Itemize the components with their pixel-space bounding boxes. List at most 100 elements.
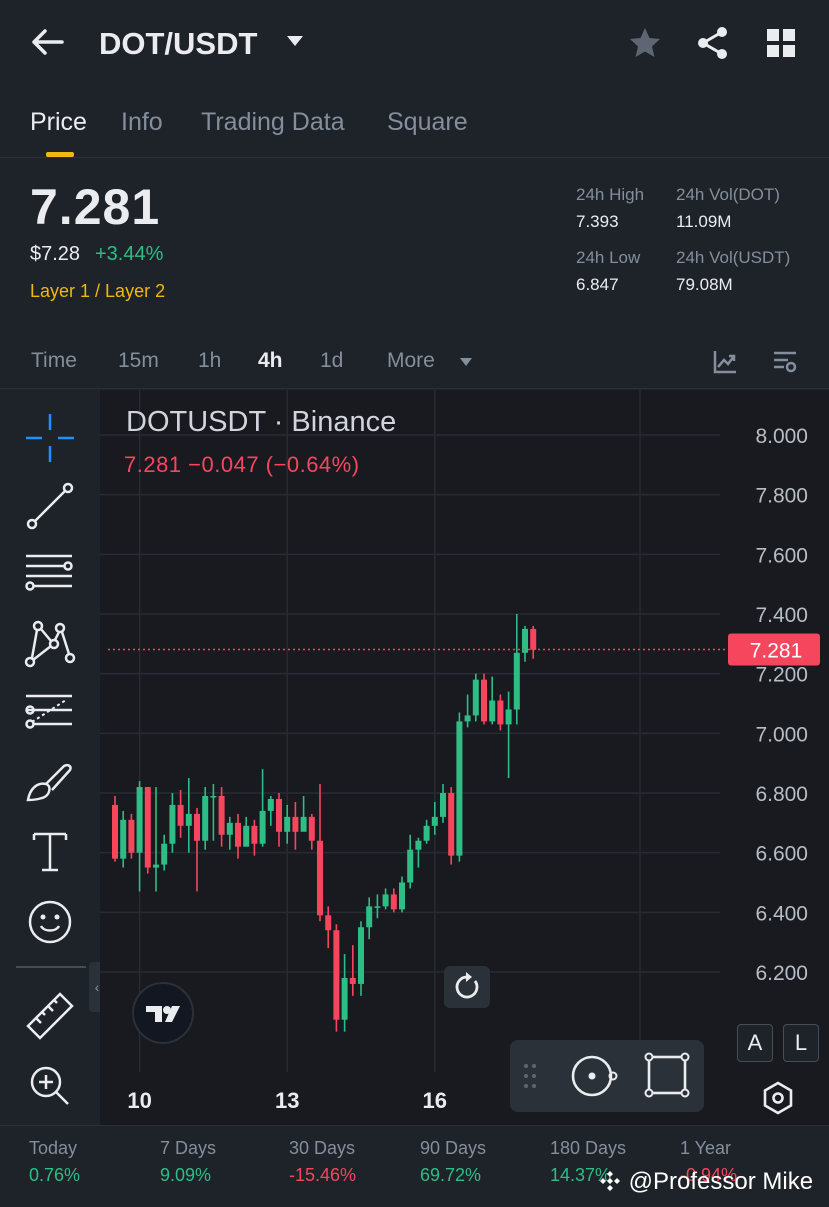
drawing-toolbar: ‹ xyxy=(0,390,105,1125)
candle-body xyxy=(456,721,463,856)
y-tick-label: 6.200 xyxy=(755,962,808,985)
smiley-icon xyxy=(28,900,72,944)
rotate-icon xyxy=(455,972,479,999)
candle-body xyxy=(390,894,397,910)
indicator-chart-icon[interactable] xyxy=(712,349,738,375)
y-tick-label: 8.000 xyxy=(755,425,808,448)
candle-body xyxy=(276,798,282,832)
interval-1h[interactable]: 1h xyxy=(198,349,221,373)
toolbar-divider xyxy=(16,966,86,968)
candle-body xyxy=(308,816,315,841)
tab-trading-data[interactable]: Trading Data xyxy=(201,108,345,137)
perf-today: Today 0.76% xyxy=(29,1138,80,1186)
measure-tool[interactable] xyxy=(24,990,76,1042)
cursor-target-icon[interactable] xyxy=(570,1054,618,1098)
brush-tool[interactable] xyxy=(24,758,76,810)
auto-scale-button[interactable]: A xyxy=(737,1024,773,1062)
crosshair-tool[interactable] xyxy=(24,412,76,464)
pattern-tool[interactable] xyxy=(24,618,76,670)
watermark: @Professor Mike xyxy=(598,1168,813,1196)
zoom-tool[interactable] xyxy=(24,1060,76,1112)
share-button[interactable] xyxy=(696,26,730,65)
candle-body xyxy=(349,977,356,984)
y-tick-label: 7.000 xyxy=(755,723,808,746)
candle-body xyxy=(218,795,225,835)
chart-settings-icon[interactable] xyxy=(772,349,798,375)
pattern-icon xyxy=(24,620,76,668)
tab-price[interactable]: Price xyxy=(30,108,87,137)
perf-30-days: 30 Days -15.46% xyxy=(289,1138,356,1186)
perf-value: 9.09% xyxy=(160,1165,212,1185)
vol-quote-label: 24h Vol(USDT) xyxy=(676,248,791,267)
interval-time[interactable]: Time xyxy=(31,349,77,373)
log-scale-button[interactable]: L xyxy=(783,1024,819,1062)
fib-tool[interactable] xyxy=(24,688,76,740)
section-tabs: Price Info Trading Data Square xyxy=(0,100,829,158)
apps-button[interactable] xyxy=(766,28,796,63)
interval-1d[interactable]: 1d xyxy=(320,349,343,373)
candle-body xyxy=(366,906,373,928)
candle-body xyxy=(415,840,422,850)
interval-4h[interactable]: 4h xyxy=(258,349,283,373)
caret-down-icon[interactable] xyxy=(459,357,473,367)
candle-body xyxy=(202,795,209,841)
last-price: 7.281 xyxy=(30,179,161,235)
back-button[interactable] xyxy=(30,26,66,58)
trend-line-icon xyxy=(26,482,74,530)
candle-body xyxy=(226,822,233,835)
tradingview-logo[interactable] xyxy=(132,982,194,1044)
tab-info[interactable]: Info xyxy=(121,108,163,137)
candle-body xyxy=(325,915,332,931)
reset-chart-button[interactable] xyxy=(444,966,490,1008)
candle-body xyxy=(440,793,446,817)
chart-gear-icon[interactable] xyxy=(760,1080,796,1116)
fibonacci-icon xyxy=(25,694,72,729)
candle-body xyxy=(185,813,192,826)
candle-body xyxy=(374,906,381,908)
tradingview-icon xyxy=(146,1006,180,1022)
emoji-tool[interactable] xyxy=(24,896,76,948)
price-change-percent: +3.44% xyxy=(95,243,164,265)
category-tag[interactable]: Layer 1 / Layer 2 xyxy=(30,281,165,302)
vol-base-value: 11.09M xyxy=(676,212,732,231)
y-tick-label: 6.800 xyxy=(755,783,808,806)
candle-body xyxy=(169,804,176,844)
active-tab-indicator xyxy=(46,152,74,157)
candle-body xyxy=(399,882,405,910)
perf-label: 90 Days xyxy=(420,1138,487,1158)
text-tool[interactable] xyxy=(24,826,76,878)
perf-90-days: 90 Days 69.72% xyxy=(420,1138,486,1186)
candlestick-chart[interactable]: 8.000 7.800 7.600 7.400 7.200 7.000 6.800 6.600… xyxy=(100,390,829,1125)
arrow-left-icon xyxy=(32,29,64,55)
interval-15m[interactable]: 15m xyxy=(118,349,159,373)
candle-body xyxy=(292,816,299,832)
chart-symbol-title: DOTUSDT · Binance xyxy=(126,406,397,438)
usd-price: $7.28 xyxy=(30,243,81,265)
candle-body xyxy=(423,825,430,841)
candle-body xyxy=(128,819,135,853)
zoom-in-icon xyxy=(30,1066,69,1105)
drag-handle-icon[interactable] xyxy=(522,1062,538,1090)
candle-body xyxy=(407,849,414,883)
candle-body xyxy=(251,825,258,844)
candle-body xyxy=(243,825,250,847)
pair-dropdown-caret[interactable] xyxy=(286,34,304,53)
candle-body xyxy=(472,679,479,716)
x-tick-label: 13 xyxy=(275,1088,299,1113)
floating-tools-panel xyxy=(510,1040,704,1112)
horizontal-lines-tool[interactable] xyxy=(24,550,76,602)
text-icon xyxy=(32,832,68,872)
trend-line-tool[interactable] xyxy=(24,480,76,532)
perf-label: 7 Days xyxy=(160,1138,217,1158)
price-chart[interactable]: 8.000 7.800 7.600 7.400 7.200 7.000 6.800 6.600… xyxy=(100,390,829,1125)
perf-label: 1 Year xyxy=(680,1138,732,1158)
tab-square[interactable]: Square xyxy=(387,108,468,137)
candle-body xyxy=(284,816,291,832)
horizontal-lines-icon xyxy=(25,554,73,591)
rectangle-select-icon[interactable] xyxy=(644,1052,690,1098)
y-tick-label: 7.800 xyxy=(755,485,808,508)
pair-title[interactable]: DOT/USDT xyxy=(99,26,257,62)
candle-body xyxy=(382,894,389,907)
interval-more[interactable]: More xyxy=(387,349,435,373)
favorite-button[interactable] xyxy=(628,26,662,65)
